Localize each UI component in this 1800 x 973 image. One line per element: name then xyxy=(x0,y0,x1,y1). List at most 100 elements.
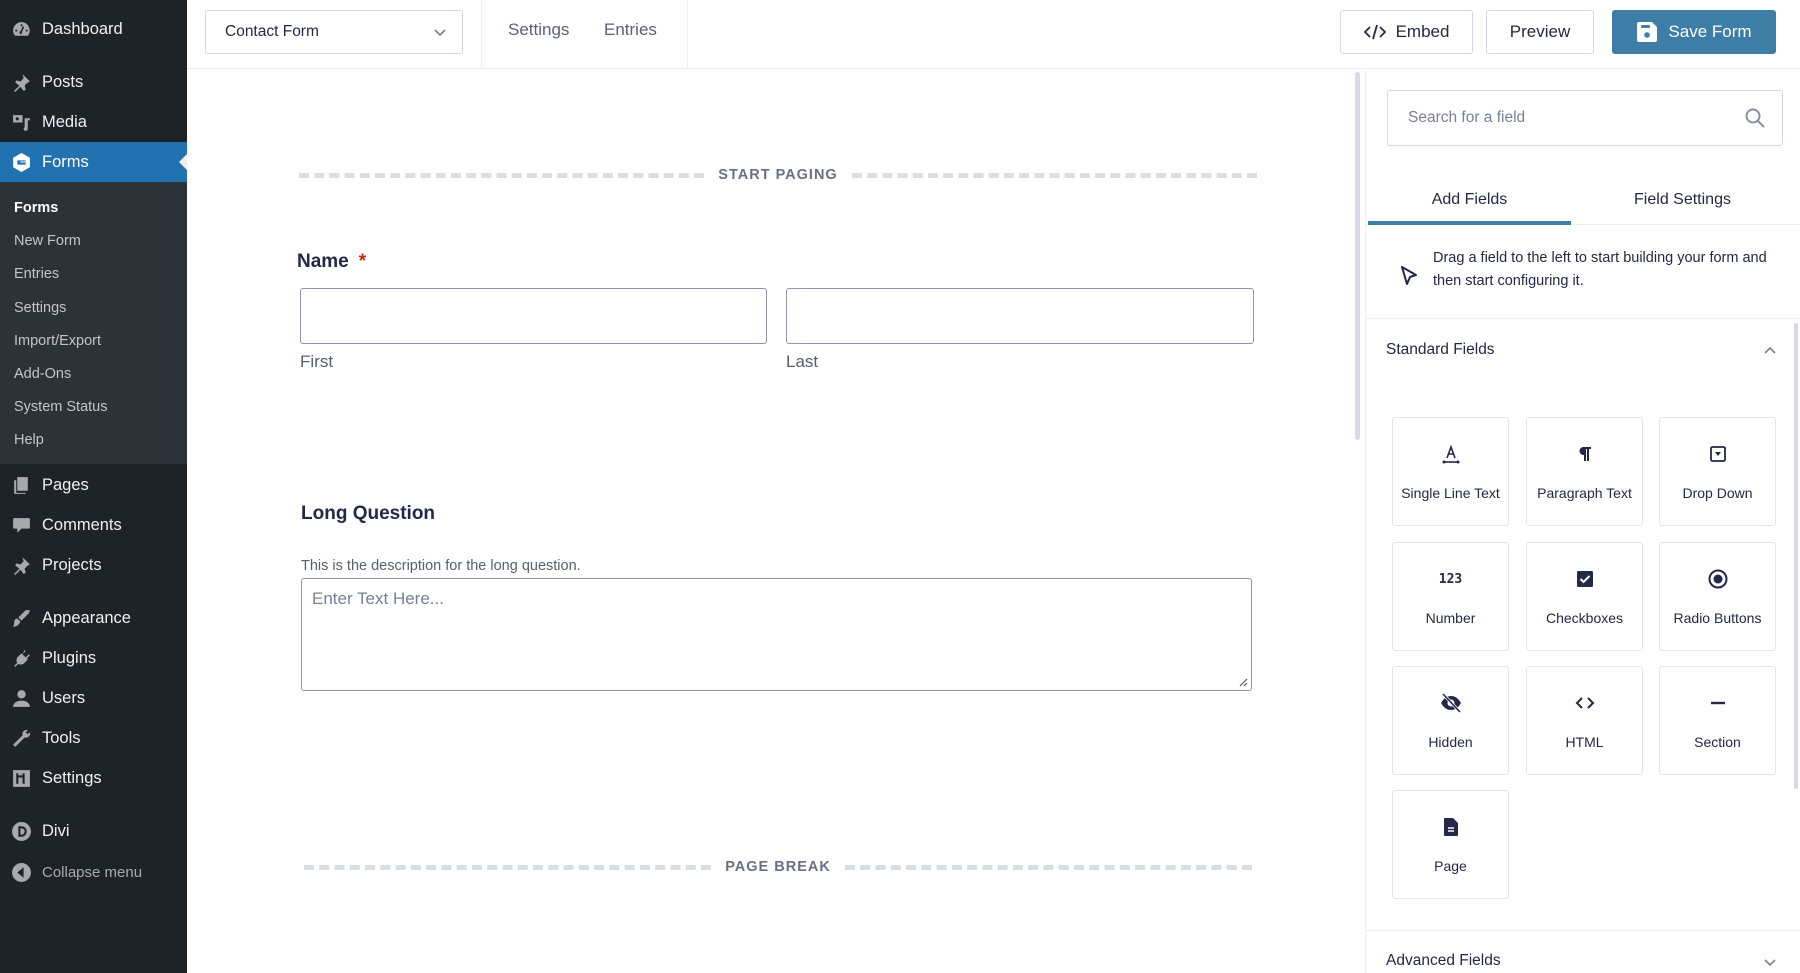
single-line-text-icon xyxy=(1393,442,1508,466)
form-editor-toolbar: Contact Form Settings Entries Embed Prev… xyxy=(187,0,1800,69)
menu-label: Posts xyxy=(42,72,84,91)
field-card-label: Section xyxy=(1694,734,1741,750)
settings-link[interactable]: Settings xyxy=(508,20,569,40)
menu-label: Plugins xyxy=(42,648,97,667)
field-panel: Search for a field Add Fields Field Sett… xyxy=(1365,70,1800,973)
tab-add-fields[interactable]: Add Fields xyxy=(1368,175,1571,225)
menu-item-projects[interactable]: Projects xyxy=(0,545,187,585)
eye-slash-icon xyxy=(1393,691,1508,715)
field-card-html[interactable]: HTML xyxy=(1526,666,1643,775)
field-card-label: Drop Down xyxy=(1682,485,1753,501)
form-selector-value: Contact Form xyxy=(225,23,319,40)
first-name-sublabel: First xyxy=(300,352,334,371)
page-icon xyxy=(1393,815,1508,839)
resize-handle-icon[interactable] xyxy=(1238,677,1248,687)
dashed-line xyxy=(299,172,705,178)
field-card-single-line-text[interactable]: Single Line Text xyxy=(1392,417,1509,526)
submenu-import-export[interactable]: Import/Export xyxy=(14,329,101,353)
collapse-menu-button[interactable]: Collapse menu xyxy=(0,852,187,892)
field-card-drop-down[interactable]: Drop Down xyxy=(1659,417,1776,526)
section-icon xyxy=(1660,691,1775,715)
preview-button[interactable]: Preview xyxy=(1486,10,1594,54)
menu-item-media[interactable]: Media xyxy=(0,102,187,142)
menu-item-dashboard[interactable]: Dashboard xyxy=(0,9,187,49)
submenu-entries[interactable]: Entries xyxy=(14,262,59,286)
menu-item-settings[interactable]: Settings xyxy=(0,758,187,798)
submenu-forms[interactable]: Forms xyxy=(14,196,58,220)
entries-link[interactable]: Entries xyxy=(604,20,657,40)
field-card-paragraph-text[interactable]: Paragraph Text xyxy=(1526,417,1643,526)
field-card-number[interactable]: 123 Number xyxy=(1392,542,1509,651)
admin-sidebar: Dashboard Posts Media Forms Forms New Fo… xyxy=(0,0,187,973)
menu-item-users[interactable]: Users xyxy=(0,678,187,718)
menu-item-pages[interactable]: Pages xyxy=(0,465,187,505)
radio-icon xyxy=(1660,567,1775,591)
tab-field-settings[interactable]: Field Settings xyxy=(1581,175,1784,225)
field-card-checkboxes[interactable]: Checkboxes xyxy=(1526,542,1643,651)
start-paging-divider[interactable]: START PAGING xyxy=(299,165,1257,185)
menu-item-posts[interactable]: Posts xyxy=(0,62,187,102)
long-question-textarea[interactable]: Enter Text Here... xyxy=(301,578,1252,691)
save-label: Save Form xyxy=(1668,22,1752,41)
save-form-button[interactable]: Save Form xyxy=(1612,10,1776,54)
gravity-forms-icon xyxy=(0,142,42,182)
embed-button[interactable]: Embed xyxy=(1340,10,1473,54)
submenu-add-ons[interactable]: Add-Ons xyxy=(14,362,71,386)
drag-hint: Drag a field to the left to start buildi… xyxy=(1366,225,1800,319)
menu-item-plugins[interactable]: Plugins xyxy=(0,638,187,678)
menu-item-divi[interactable]: Divi xyxy=(0,811,187,851)
name-field-label: Name * xyxy=(297,251,366,273)
menu-item-comments[interactable]: Comments xyxy=(0,505,187,545)
checkbox-icon xyxy=(1527,567,1642,591)
menu-label: Settings xyxy=(42,768,102,787)
submenu-help[interactable]: Help xyxy=(14,428,44,452)
field-card-radio-buttons[interactable]: Radio Buttons xyxy=(1659,542,1776,651)
toolbar-divider xyxy=(481,0,482,69)
search-icon[interactable] xyxy=(1744,107,1766,129)
advanced-fields-header[interactable]: Advanced Fields xyxy=(1386,952,1501,970)
first-name-input[interactable] xyxy=(300,288,767,344)
drag-hint-text: Drag a field to the left to start buildi… xyxy=(1433,250,1767,289)
standard-fields-header[interactable]: Standard Fields xyxy=(1386,341,1495,359)
menu-label: Pages xyxy=(42,475,89,494)
form-selector-dropdown[interactable]: Contact Form xyxy=(205,10,463,54)
menu-item-appearance[interactable]: Appearance xyxy=(0,598,187,638)
pushpin-icon xyxy=(0,62,42,102)
field-card-label: Hidden xyxy=(1428,734,1473,750)
chevron-up-icon[interactable] xyxy=(1762,343,1778,359)
field-card-label: Number xyxy=(1425,610,1476,626)
page-break-label: PAGE BREAK xyxy=(725,859,831,875)
number-icon: 123 xyxy=(1438,571,1463,587)
field-card-hidden[interactable]: Hidden xyxy=(1392,666,1509,775)
last-name-input[interactable] xyxy=(786,288,1254,344)
collapse-label: Collapse menu xyxy=(42,863,143,881)
dashed-line xyxy=(844,864,1253,870)
menu-label: Projects xyxy=(42,555,102,574)
page-break-divider[interactable]: PAGE BREAK xyxy=(304,857,1253,877)
section-divider xyxy=(1366,930,1800,931)
panel-scrollbar[interactable] xyxy=(1794,323,1798,789)
forms-submenu: Forms New Form Entries Settings Import/E… xyxy=(0,182,187,464)
user-icon xyxy=(0,678,42,718)
chevron-down-icon[interactable] xyxy=(1762,954,1778,970)
media-icon xyxy=(0,102,42,142)
field-search-input[interactable]: Search for a field xyxy=(1387,90,1783,146)
menu-label: Divi xyxy=(42,821,70,840)
search-placeholder: Search for a field xyxy=(1408,109,1526,126)
submenu-settings[interactable]: Settings xyxy=(14,296,66,320)
name-label-text: Name xyxy=(297,251,349,272)
menu-item-forms[interactable]: Forms xyxy=(0,142,187,182)
save-icon xyxy=(1637,22,1658,42)
submenu-system-status[interactable]: System Status xyxy=(14,395,107,419)
canvas-scrollbar[interactable] xyxy=(1355,72,1360,440)
code-icon xyxy=(1527,691,1642,715)
pages-icon xyxy=(0,465,42,505)
field-card-page[interactable]: Page xyxy=(1392,790,1509,899)
last-name-sublabel: Last xyxy=(786,352,819,371)
submenu-new-form[interactable]: New Form xyxy=(14,229,81,253)
menu-item-tools[interactable]: Tools xyxy=(0,718,187,758)
menu-label: Dashboard xyxy=(42,19,123,38)
embed-label: Embed xyxy=(1395,22,1450,41)
menu-label: Appearance xyxy=(42,608,131,627)
field-card-section[interactable]: Section xyxy=(1659,666,1776,775)
